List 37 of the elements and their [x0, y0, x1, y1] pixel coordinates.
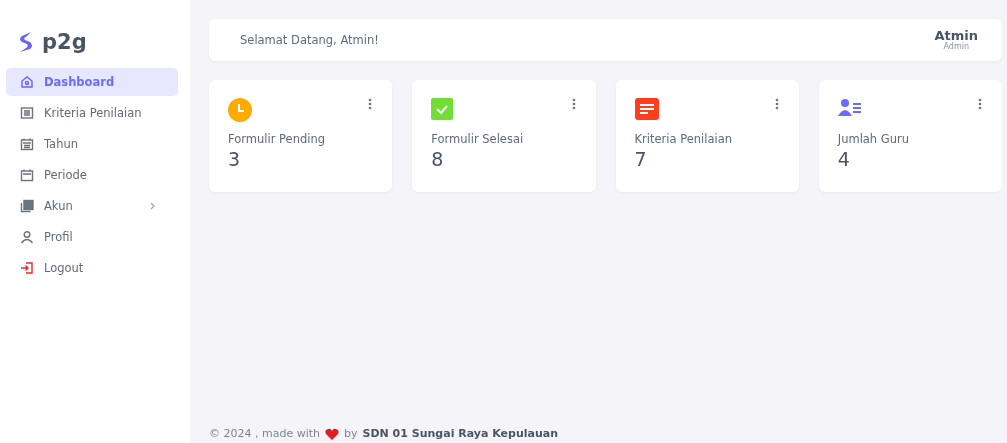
card-value: 4 [837, 148, 851, 170]
author-link[interactable]: SDN 01 Sungai Raya Kepulauan [362, 427, 558, 440]
logout-icon [20, 261, 34, 275]
card-label: Formulir Selesai [431, 132, 525, 146]
user-role: Admin [943, 42, 969, 51]
user-name: Atmin [934, 29, 978, 43]
calendar-icon [20, 168, 34, 182]
sidebar-item[interactable]: Akun [6, 192, 178, 220]
home-icon [20, 75, 34, 89]
sidebar-item[interactable]: Kriteria Penilaian [6, 99, 178, 127]
more-icon[interactable] [978, 98, 982, 110]
card-value: 3 [228, 148, 242, 170]
more-icon[interactable] [774, 98, 779, 110]
more-icon[interactable] [571, 98, 576, 110]
sidebar-item[interactable]: Logout [6, 254, 178, 282]
greeting-text: Selamat Datang, Atmin! [240, 33, 379, 47]
heart-icon [325, 427, 340, 440]
document-icon [634, 98, 659, 120]
card-value: 8 [431, 148, 445, 170]
sidebar-item[interactable]: Dashboard [6, 68, 178, 96]
user-icon [20, 230, 34, 244]
logo-icon [18, 31, 34, 53]
sidebar-item[interactable]: Periode [6, 161, 178, 189]
clock-icon [228, 98, 252, 122]
sidebar-item[interactable]: Tahun [6, 130, 178, 158]
card-value: 7 [634, 148, 648, 170]
card-label: Formulir Pending [228, 132, 326, 146]
footer-text: © 2024 , made with [209, 427, 321, 440]
check-icon [431, 98, 454, 120]
card-label: Kriteria Penilaian [634, 132, 734, 146]
more-icon[interactable] [368, 98, 373, 110]
brand-name: p2g [42, 30, 87, 54]
card-label: Jumlah Guru [837, 132, 911, 146]
user-list-icon [837, 98, 862, 116]
sidebar-item[interactable]: Profil [6, 223, 178, 251]
footer-text: by [344, 427, 358, 440]
calendar-icon [20, 137, 34, 151]
